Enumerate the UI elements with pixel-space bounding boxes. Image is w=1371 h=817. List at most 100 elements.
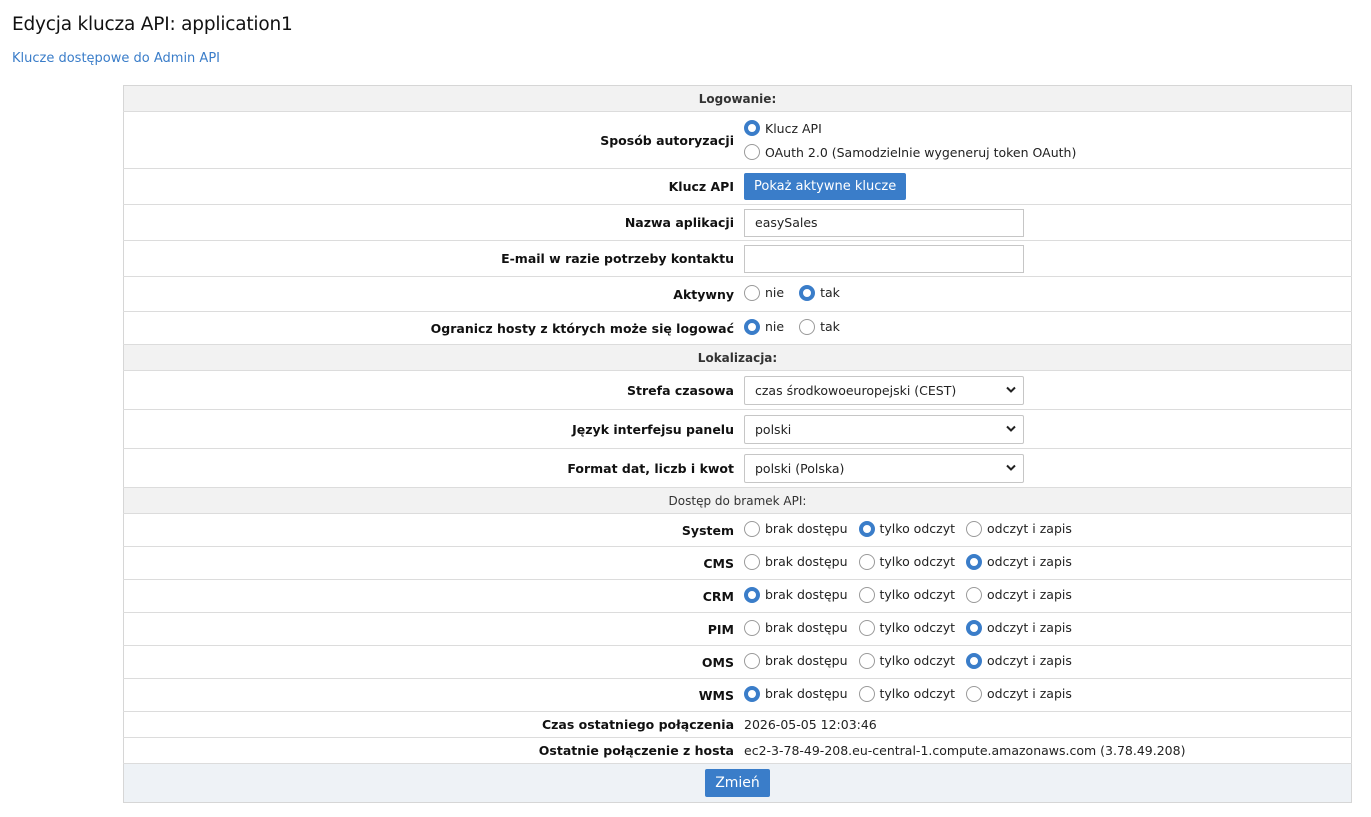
radio-circle[interactable] xyxy=(744,586,760,603)
radio-active-yes[interactable]: tak xyxy=(799,284,840,301)
row-last-connection: Czas ostatniego połączenia 2026-05-05 12… xyxy=(123,711,1352,738)
radio-option-label: brak dostępu xyxy=(765,653,848,668)
radio-cms-read-write[interactable]: odczyt i zapis xyxy=(966,553,1072,570)
section-gateways: Dostęp do bramek API: xyxy=(123,487,1352,514)
section-login: Logowanie: xyxy=(123,85,1352,112)
language-cell: polski xyxy=(738,409,1352,449)
radio-circle[interactable] xyxy=(966,520,983,537)
row-gateway-system: System brak dostępu tylko odczyt odczyt i … xyxy=(123,513,1352,547)
radio-restrict-yes-label: tak xyxy=(820,319,840,334)
gateway-options: brak dostępu tylko odczyt odczyt i zapis xyxy=(738,612,1352,646)
radio-crm-read-only[interactable]: tylko odczyt xyxy=(858,586,955,603)
radio-circle[interactable] xyxy=(744,619,760,636)
email-cell xyxy=(738,240,1352,277)
row-gateway-oms: OMS brak dostępu tylko odczyt odczyt i zap… xyxy=(123,645,1352,679)
radio-cms-read-only[interactable]: tylko odczyt xyxy=(858,553,956,570)
radio-circle[interactable] xyxy=(744,685,760,702)
radio-oms-read-only[interactable]: tylko odczyt xyxy=(858,652,955,669)
radio-restrict-no-circle[interactable] xyxy=(744,318,760,335)
section-gateways-title: Dostęp do bramek API: xyxy=(123,487,1352,514)
radio-pim-read-write[interactable]: odczyt i zapis xyxy=(966,619,1072,636)
row-submit: Zmień xyxy=(123,763,1352,803)
radio-system-read-only[interactable]: tylko odczyt xyxy=(858,520,955,537)
radio-system-read-write[interactable]: odczyt i zapis xyxy=(966,520,1072,537)
radio-oms-read-write[interactable]: odczyt i zapis xyxy=(966,652,1072,669)
radio-active-no-circle[interactable] xyxy=(744,284,760,301)
radio-option-label: tylko odczyt xyxy=(879,686,956,701)
radio-restrict-no[interactable]: nie xyxy=(744,318,784,335)
radio-system-no-access[interactable]: brak dostępu xyxy=(744,520,848,537)
gateway-label: OMS xyxy=(123,645,738,679)
radio-active-no[interactable]: nie xyxy=(744,284,784,301)
app-name-label: Nazwa aplikacji xyxy=(123,204,738,241)
format-select[interactable]: polski (Polska) xyxy=(744,453,1024,483)
radio-circle[interactable] xyxy=(966,553,983,570)
radio-option-label: brak dostępu xyxy=(765,686,848,701)
radio-crm-read-write[interactable]: odczyt i zapis xyxy=(966,586,1072,603)
radio-circle[interactable] xyxy=(966,685,983,702)
radio-cms-no-access[interactable]: brak dostępu xyxy=(744,553,848,570)
radio-circle[interactable] xyxy=(858,685,875,702)
radio-option-label: odczyt i zapis xyxy=(987,521,1072,536)
last-host-label: Ostatnie połączenie z hosta xyxy=(123,737,738,764)
radio-auth-oauth-label: OAuth 2.0 (Samodzielnie wygeneruj token … xyxy=(765,144,1077,160)
radio-option-label: tylko odczyt xyxy=(879,554,956,569)
row-format: Format dat, liczb i kwot polski (Polska) xyxy=(123,448,1352,488)
chevron-down-icon xyxy=(1006,464,1016,471)
active-cell: nie tak xyxy=(738,276,1352,312)
radio-wms-read-write[interactable]: odczyt i zapis xyxy=(966,685,1072,702)
radio-circle[interactable] xyxy=(966,586,983,603)
gateway-options: brak dostępu tylko odczyt odczyt i zapis xyxy=(738,546,1352,580)
timezone-select[interactable]: czas środkowoeuropejski (CEST) xyxy=(744,375,1024,405)
back-link-admin-api-keys[interactable]: Klucze dostępowe do Admin API xyxy=(12,51,220,66)
radio-circle[interactable] xyxy=(858,553,875,570)
radio-pim-no-access[interactable]: brak dostępu xyxy=(744,619,848,636)
gateway-label: WMS xyxy=(123,678,738,712)
radio-auth-oauth-circle[interactable] xyxy=(744,144,760,160)
app-name-input[interactable] xyxy=(744,208,1024,237)
submit-button[interactable]: Zmień xyxy=(705,769,770,797)
radio-circle[interactable] xyxy=(966,619,983,636)
radio-crm-no-access[interactable]: brak dostępu xyxy=(744,586,848,603)
section-localization-title: Lokalizacja: xyxy=(123,344,1352,371)
radio-wms-read-only[interactable]: tylko odczyt xyxy=(858,685,956,702)
row-email: E-mail w razie potrzeby kontaktu xyxy=(123,240,1352,277)
radio-circle[interactable] xyxy=(744,652,760,669)
row-active: Aktywny nie tak xyxy=(123,276,1352,312)
language-label: Język interfejsu panelu xyxy=(123,409,738,449)
gateway-options: brak dostępu tylko odczyt odczyt i zapis xyxy=(738,579,1352,613)
radio-pim-read-only[interactable]: tylko odczyt xyxy=(858,619,955,636)
radio-circle[interactable] xyxy=(858,586,875,603)
timezone-select-value: czas środkowoeuropejski (CEST) xyxy=(755,382,957,398)
radio-circle[interactable] xyxy=(744,520,760,537)
radio-option-label: brak dostępu xyxy=(765,554,848,569)
radio-restrict-yes[interactable]: tak xyxy=(799,318,840,335)
gateway-label: CRM xyxy=(123,579,738,613)
radio-circle[interactable] xyxy=(858,652,875,669)
radio-option-label: odczyt i zapis xyxy=(987,554,1072,569)
auth-method-cell: Klucz API OAuth 2.0 (Samodzielnie wygene… xyxy=(738,111,1352,169)
language-select[interactable]: polski xyxy=(744,414,1024,444)
radio-circle[interactable] xyxy=(858,520,875,537)
radio-active-yes-circle[interactable] xyxy=(799,284,816,301)
gateway-options: brak dostępu tylko odczyt odczyt i zapis xyxy=(738,645,1352,679)
radio-auth-api-key-circle[interactable] xyxy=(744,120,760,136)
radio-wms-no-access[interactable]: brak dostępu xyxy=(744,685,848,702)
restrict-hosts-cell: nie tak xyxy=(738,311,1352,345)
chevron-down-icon xyxy=(1006,425,1016,432)
radio-circle[interactable] xyxy=(966,652,983,669)
radio-option-label: brak dostępu xyxy=(765,620,848,635)
radio-circle[interactable] xyxy=(858,619,875,636)
radio-circle[interactable] xyxy=(744,553,760,570)
radio-restrict-yes-circle[interactable] xyxy=(799,318,816,335)
email-input[interactable] xyxy=(744,244,1024,273)
radio-oms-no-access[interactable]: brak dostępu xyxy=(744,652,848,669)
radio-option-label: brak dostępu xyxy=(765,587,848,602)
gateway-options: brak dostępu tylko odczyt odczyt i zapis xyxy=(738,513,1352,547)
format-select-value: polski (Polska) xyxy=(755,460,845,476)
show-active-keys-button[interactable]: Pokaż aktywne klucze xyxy=(744,173,907,200)
radio-option-label: odczyt i zapis xyxy=(987,620,1072,635)
radio-auth-oauth[interactable]: OAuth 2.0 (Samodzielnie wygeneruj token … xyxy=(744,144,1340,160)
last-host-value: ec2-3-78-49-208.eu-central-1.compute.ama… xyxy=(738,737,1352,764)
radio-auth-api-key[interactable]: Klucz API xyxy=(744,120,1340,136)
